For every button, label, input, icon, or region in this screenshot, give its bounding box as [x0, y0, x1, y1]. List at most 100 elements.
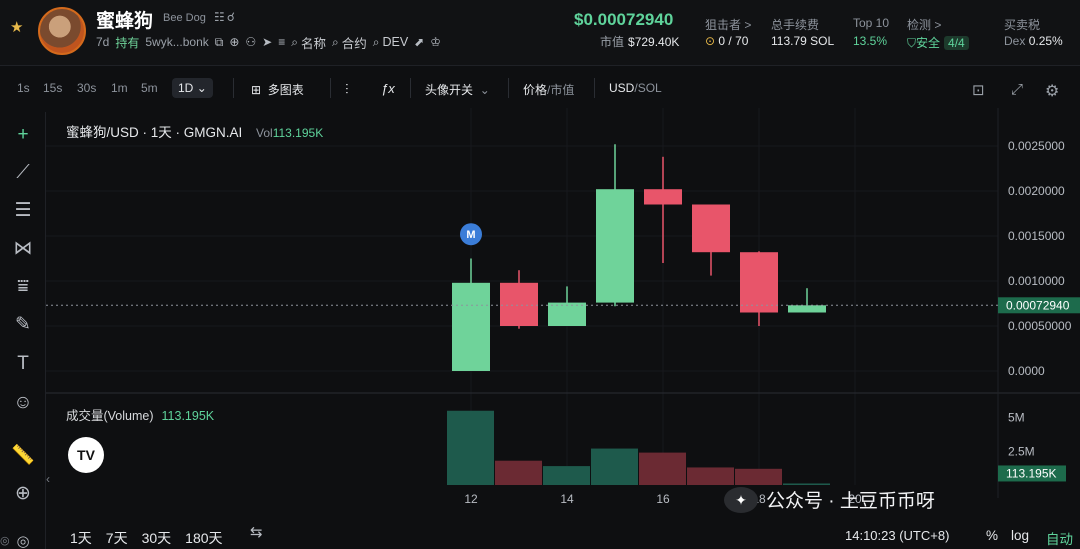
- current-price: $0.00072940: [574, 10, 674, 29]
- indicators-icon[interactable]: ƒx: [381, 81, 395, 96]
- token-age: 7d: [96, 35, 110, 49]
- magnet-icon[interactable]: ◎: [10, 530, 36, 549]
- timeframe-1m[interactable]: 1m: [111, 81, 128, 95]
- chart-legend: 蜜蜂狗/USD · 1天 · GMGN.AI Vol113.195K: [66, 125, 324, 140]
- tradingview-logo[interactable]: TV: [68, 437, 104, 473]
- search-name-link[interactable]: ⌕ 名称: [291, 33, 326, 52]
- price-tick-label: 0.0010000: [1008, 274, 1065, 288]
- candle-body: [452, 282, 490, 371]
- volume-legend: 成交量(Volume) 113.195K: [66, 409, 215, 423]
- candle-type-icon[interactable]: ⫶: [345, 81, 349, 98]
- volume-bar: [591, 448, 638, 485]
- market-cap: 市值 $729.40K: [600, 35, 680, 49]
- candle-body: [596, 189, 634, 303]
- timeframe-5m[interactable]: 5m: [141, 81, 158, 95]
- snipers-stat[interactable]: 狙击者 > ⊙ 0 / 70: [705, 16, 751, 48]
- contract-address[interactable]: 5wyk...bonk: [145, 35, 208, 49]
- chart-toolbar: 1s 15s 30s 1m 5m 1D ⌄ ⊞ 多图表 ⫶ ƒx 头像开关 ⌄ …: [0, 72, 1080, 104]
- crosshair-icon[interactable]: +: [10, 123, 36, 147]
- settings-icon[interactable]: ⚙: [1045, 81, 1059, 101]
- volume-bar: [783, 483, 830, 485]
- telegram-icon[interactable]: ➤: [262, 35, 272, 49]
- price-mcap-toggle[interactable]: 价格/市值: [523, 81, 574, 98]
- external-link-icon[interactable]: ⬈: [414, 35, 424, 49]
- volume-bar: [495, 460, 542, 485]
- holding-label: 持有: [115, 35, 140, 50]
- candlestick-chart[interactable]: 0.0025000 0.0020000 0.0015000 0.0010000 0.00…: [46, 108, 1080, 549]
- currency-toggle[interactable]: USD/SOL: [609, 81, 662, 95]
- timeframe-1d[interactable]: 1D ⌄: [172, 78, 213, 98]
- percent-toggle[interactable]: %: [986, 528, 998, 543]
- fib-icon[interactable]: ⩸: [10, 275, 36, 299]
- candle-body: [548, 302, 586, 326]
- search-dev-link[interactable]: ⌕ DEV: [373, 35, 408, 50]
- auto-toggle[interactable]: 自动: [1046, 528, 1073, 548]
- brush-icon[interactable]: ✎: [10, 313, 36, 337]
- timeframe-1s[interactable]: 1s: [17, 81, 30, 95]
- candle-body: [740, 252, 778, 313]
- candle-body: [692, 204, 730, 253]
- token-subtitle: Bee Dog: [163, 12, 206, 24]
- price-chart[interactable]: 0.0025000 0.0020000 0.0015000 0.0010000 0.00…: [46, 108, 1080, 549]
- volume-bar: [543, 466, 590, 485]
- volume-tick-label: 2.5M: [1008, 444, 1035, 458]
- price-tick-label: 0.0025000: [1008, 139, 1065, 153]
- holders-icon[interactable]: ⚇: [245, 35, 256, 49]
- emoji-icon[interactable]: ☺: [10, 391, 36, 415]
- range-1d[interactable]: 1天: [70, 528, 92, 548]
- total-fees-stat: 总手续费 113.79 SOL: [771, 18, 835, 48]
- search-icon: ⌕: [331, 34, 339, 49]
- audit-stat[interactable]: 检测 > ⛉安全 4/4: [907, 16, 969, 51]
- search-contract-link[interactable]: ⌕ 合约: [332, 33, 367, 52]
- audit-badge: 4/4: [944, 36, 969, 50]
- token-name: 蜜蜂狗: [96, 11, 154, 32]
- text-icon[interactable]: T: [10, 352, 36, 376]
- favorite-star-icon[interactable]: ★: [10, 20, 26, 36]
- current-volume-tag: 113.195K: [1006, 466, 1057, 480]
- current-price-tag: 0.00072940: [1006, 298, 1070, 312]
- price-tick-label: 0.0015000: [1008, 229, 1065, 243]
- date-range-icon[interactable]: ⇆: [250, 523, 270, 543]
- copy-icon[interactable]: ⧉: [215, 35, 224, 50]
- settings-small-icon[interactable]: ◎: [0, 534, 12, 548]
- wechat-icon: ✦: [724, 486, 758, 513]
- log-toggle[interactable]: log: [1011, 528, 1029, 543]
- ruler-icon[interactable]: 📏: [10, 444, 36, 468]
- multi-chart-button[interactable]: ⊞ 多图表: [251, 81, 304, 98]
- range-30d[interactable]: 30天: [142, 528, 172, 548]
- timeframe-15s[interactable]: 15s: [43, 81, 62, 95]
- clock: 14:10:23 (UTC+8): [845, 528, 950, 543]
- timeframe-30s[interactable]: 30s: [77, 81, 96, 95]
- collapse-chevron-icon[interactable]: ‹: [46, 472, 50, 486]
- avatar-toggle-button[interactable]: 头像开关 ⌄: [425, 81, 490, 98]
- shield-icon: ⛉: [907, 36, 917, 50]
- price-tick-label: 0.00050000: [1008, 319, 1072, 333]
- horizontal-lines-icon[interactable]: ☰: [10, 199, 36, 223]
- chevron-down-icon: ⌄: [196, 81, 207, 95]
- search-icon: ⌕: [372, 34, 380, 49]
- share-icon[interactable]: ⊕: [229, 35, 239, 49]
- tax-stat: 买卖税 Dex 0.25%: [1004, 18, 1063, 48]
- token-meta-row: 7d 持有 5wyk...bonk ⧉ ⊕ ⚇ ➤ ≡ ⌕ 名称 ⌕ 合约 ⌕ DEV…: [96, 33, 441, 52]
- camera-icon[interactable]: ⊡: [972, 81, 985, 99]
- range-180d[interactable]: 180天: [185, 528, 222, 548]
- watermark: ✦ 公众号 · 土豆币币呀: [724, 486, 935, 513]
- trendline-icon[interactable]: ⟋: [10, 161, 36, 185]
- x-tick-label: 14: [560, 492, 574, 506]
- token-avatar: [38, 7, 86, 55]
- crown-icon[interactable]: ♔: [430, 35, 441, 49]
- toolbar-divider: [508, 78, 509, 98]
- volume-bar: [639, 452, 686, 485]
- range-7d[interactable]: 7天: [106, 528, 128, 548]
- migration-marker-label: M: [466, 229, 475, 241]
- token-header: ★ 蜜蜂狗 Bee Dog ☷☌ 7d 持有 5wyk...bonk ⧉ ⊕ ⚇…: [0, 0, 1080, 66]
- zoom-in-icon[interactable]: ⊕: [10, 482, 36, 506]
- pattern-icon[interactable]: ⋈: [10, 237, 36, 261]
- search-icon: ⌕: [291, 34, 298, 49]
- toolbar-divider: [233, 78, 234, 98]
- list-icon[interactable]: ≡: [278, 35, 285, 49]
- fullscreen-icon[interactable]: ⤢: [1011, 81, 1023, 98]
- plus-box-icon: ⊞: [251, 83, 262, 97]
- drawing-toolbar: + ⟋ ☰ ⋈ ⩸ ✎ T ☺ 📏 ⊕ ◎: [0, 112, 46, 549]
- social-icons[interactable]: ☷☌: [214, 10, 237, 24]
